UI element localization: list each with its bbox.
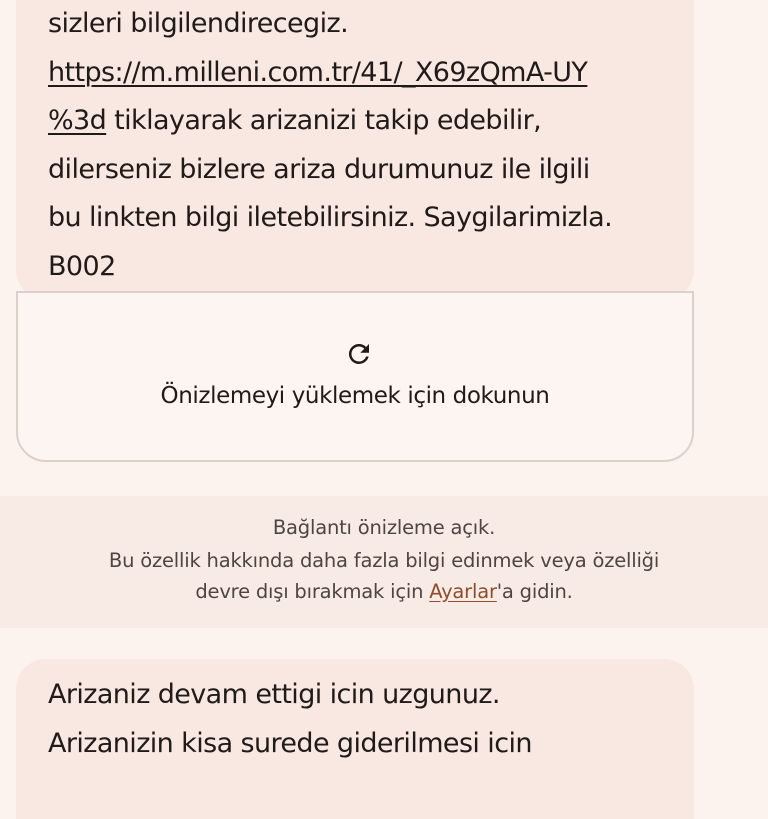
message-bubble-bottom[interactable]: Arizaniz devam ettigi icin uzgunuz. Ariz…	[16, 659, 694, 819]
info-line-3-text: devre dışı bırakmak için	[195, 580, 430, 603]
preview-load-label: Önizlemeyi yüklemek için dokunun	[160, 383, 550, 409]
message-line: dilerseniz bizlere ariza durumunuz ile i…	[48, 153, 590, 185]
message-line: Arizaniz devam ettigi icin uzgunuz.	[48, 679, 500, 710]
message-line: %3d tiklayarak arizanizi takip edebilir,	[48, 97, 662, 146]
message-line: Arizanizin kisa surede giderilmesi icin	[48, 727, 532, 759]
message-bubble-top[interactable]: sizleri bilgilendirecegiz. https://m.mil…	[16, 0, 694, 300]
message-link[interactable]: https://m.milleni.com.tr/41/_X69zQmA-UY	[48, 57, 588, 88]
info-line-1: Bağlantı önizleme açık.	[272, 516, 496, 539]
message-line: sizleri bilgilendirecegiz.	[48, 8, 349, 39]
info-line-3: devre dışı bırakmak için Ayarlar'a gidin…	[0, 580, 768, 603]
message-line: https://m.milleni.com.tr/41/_X69zQmA-UY	[48, 49, 662, 98]
reload-icon	[348, 343, 369, 364]
message-line: bu linkten bilgi iletebilirsiniz. Saygil…	[48, 202, 613, 233]
info-line-2: Bu özellik hakkında daha fazla bilgi edi…	[108, 549, 660, 572]
message-line: B002	[48, 250, 116, 282]
message-text-after-link: tiklayarak arizanizi takip edebilir,	[106, 105, 542, 136]
info-line-3-suffix: 'a gidin.	[496, 580, 573, 603]
link-preview-info: Bağlantı önizleme açık. Bu özellik hakkı…	[0, 496, 768, 628]
message-link-continued[interactable]: %3d	[48, 105, 107, 136]
message-text-bottom: Arizaniz devam ettigi icin uzgunuz. Ariz…	[48, 671, 662, 768]
message-text-top: sizleri bilgilendirecegiz. https://m.mil…	[48, 0, 662, 291]
settings-link[interactable]: Ayarlar	[429, 580, 497, 603]
link-preview-card[interactable]: Önizlemeyi yüklemek için dokunun	[16, 291, 694, 462]
